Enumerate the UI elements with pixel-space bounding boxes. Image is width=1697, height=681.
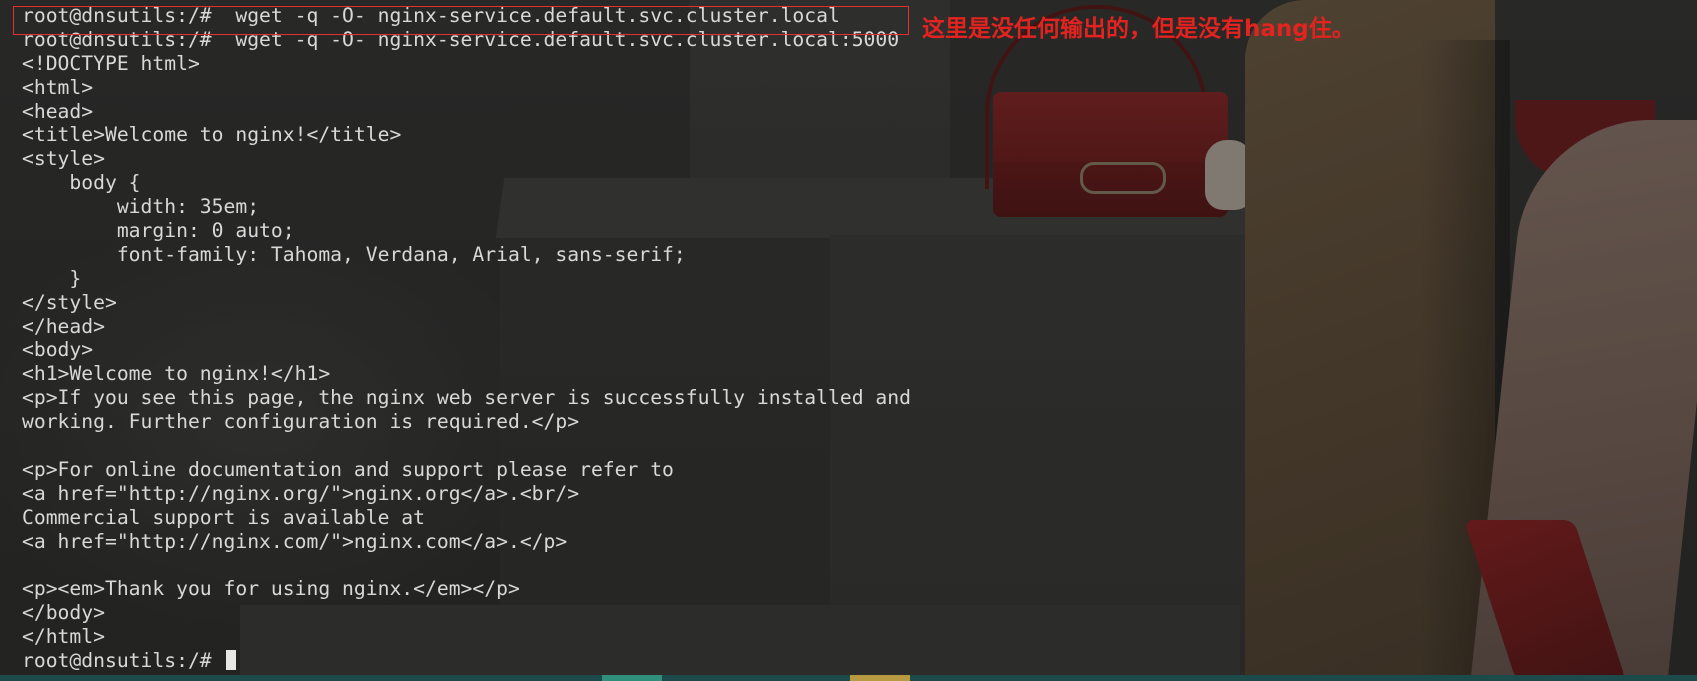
terminal-line: <p>If you see this page, the nginx web s…: [22, 386, 911, 410]
terminal-line: </html>: [22, 625, 105, 649]
terminal-line: <a href="http://nginx.com/">nginx.com</a…: [22, 529, 568, 553]
terminal-line: </style>: [22, 290, 117, 314]
terminal-line: </body>: [22, 601, 105, 625]
terminal-line: <head>: [22, 99, 94, 123]
terminal-line: margin: 0 auto;: [22, 219, 295, 243]
terminal-window[interactable]: 这里是没任何输出的，但是没有hang住。 root@dnsutils:/# wg…: [0, 0, 1697, 681]
terminal-line: <h1>Welcome to nginx!</h1>: [22, 362, 331, 386]
status-bar: [0, 675, 1697, 681]
terminal-line: <title>Welcome to nginx!</title>: [22, 123, 402, 147]
terminal-line: width: 35em;: [22, 195, 260, 219]
terminal-line: <body>: [22, 338, 94, 362]
terminal-line: <!DOCTYPE html>: [22, 51, 200, 75]
terminal-line: <a href="http://nginx.org/">nginx.org</a…: [22, 481, 580, 505]
text-cursor: [225, 650, 236, 671]
terminal-line: font-family: Tahoma, Verdana, Arial, san…: [22, 242, 686, 266]
highlight-box: [13, 6, 909, 35]
terminal-prompt-line[interactable]: root@dnsutils:/#: [22, 649, 911, 673]
terminal-line: working. Further configuration is requir…: [22, 410, 580, 434]
terminal-output[interactable]: root@dnsutils:/# wget -q -O- nginx-servi…: [22, 4, 911, 673]
terminal-line: }: [22, 266, 82, 290]
annotation-text: 这里是没任何输出的，但是没有hang住。: [922, 16, 1355, 42]
terminal-line: </head>: [22, 314, 105, 338]
terminal-line: Commercial support is available at: [22, 505, 425, 529]
status-bar-segment: [602, 675, 662, 681]
terminal-line: <style>: [22, 147, 105, 171]
terminal-line: <html>: [22, 75, 94, 99]
terminal-prompt: root@dnsutils:/#: [22, 649, 224, 673]
terminal-line: <p><em>Thank you for using nginx.</em></…: [22, 577, 520, 601]
terminal-line: body {: [22, 171, 141, 195]
status-bar-segment: [850, 675, 910, 681]
terminal-line: <p>For online documentation and support …: [22, 457, 674, 481]
